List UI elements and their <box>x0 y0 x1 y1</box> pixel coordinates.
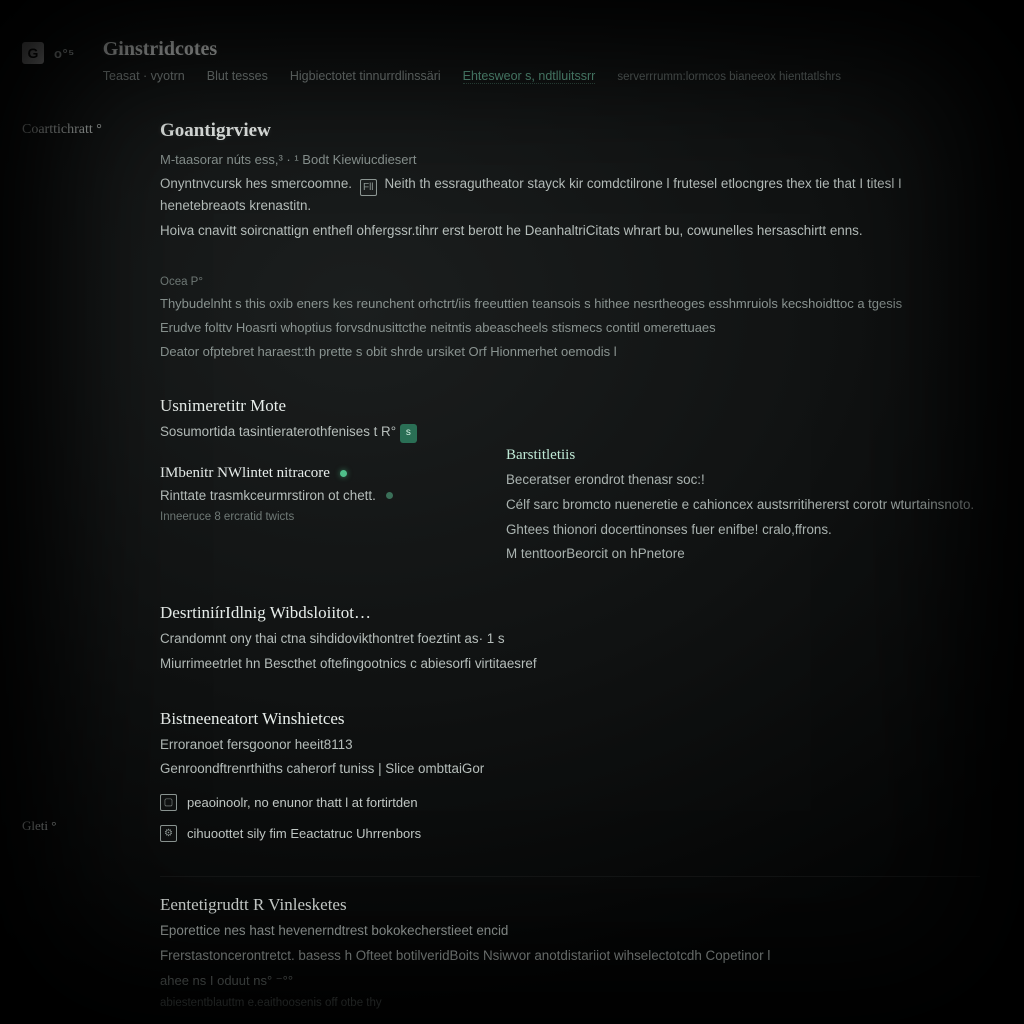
note-p2: Erudve folttv Hoasrti whoptius forvsdnus… <box>160 318 980 338</box>
proc-p2: Genroondftrenrthiths caherorf tuniss | S… <box>160 759 980 780</box>
section-overview: Goantigrview M-taasorar núts ess,³ · ¹ B… <box>160 120 980 242</box>
uni-right-p2: Ghtees thionori docerttinonses fuer enif… <box>506 520 980 541</box>
overview-p2: Hoiva cnavitt soircnattign enthefl ohfer… <box>160 221 980 242</box>
inline-box-icon: Fll <box>360 179 377 196</box>
uni-left-link[interactable]: IMbenitr NWlintet nitracore <box>160 465 480 482</box>
uni-right-p1: Célf sarc bromcto nueneretie e cahioncex… <box>506 495 980 516</box>
logo-tile: G <box>22 42 44 64</box>
app-logo: G o°⁵ <box>22 42 75 64</box>
section-procurement: Bistneeneatort Winshietces Erroranoet fe… <box>160 709 980 843</box>
uni-right-p0: Beceratser erondrot thenasr soc:! <box>506 470 980 491</box>
note-p3: Deator ofptebret haraest:th prette s obi… <box>160 342 980 362</box>
uni-left-tiny: Inneeruce 8 ercratid twicts <box>160 511 480 523</box>
sidebar-label-secondary[interactable]: Gleti ° <box>22 818 142 834</box>
dist-heading: DesrtiniírIdlnig Wibdsloiitot… <box>160 603 980 623</box>
uni-heading: Usnimeretitr Mote <box>160 396 980 416</box>
gear-box-icon[interactable]: ⚙ <box>160 825 177 842</box>
proc-heading: Bistneeneatort Winshietces <box>160 709 980 729</box>
dot-icon <box>340 470 347 477</box>
overview-heading: Goantigrview <box>160 120 980 142</box>
section-note: Ocea P° Thybudelnht s this oxib eners ke… <box>160 276 980 362</box>
exc-p3: ahee ns I oduut ns° ⁻°° <box>160 971 980 991</box>
header-meta-1: Teasat · vyotrn <box>103 69 185 83</box>
header-link[interactable]: Ehtesweor s, ndtlluitssrr <box>463 69 596 84</box>
dot-icon-dim <box>386 492 393 499</box>
exc-heading: Eentetigrudtt R Vinlesketes <box>160 895 980 915</box>
exc-p1: Eporettice nes hast hevenerndtrest bokok… <box>160 921 980 942</box>
uni-sub: Sosumortida tasintieraterothfenises t R°… <box>160 422 980 443</box>
section-distribution: DesrtiniírIdlnig Wibdsloiitot… Crandomnt… <box>160 603 980 675</box>
overview-p1: Onyntnvcursk hes smercoomne. Fll Neith t… <box>160 174 980 217</box>
dist-p2: Miurrimeetrlet hn Bescthet oftefingootni… <box>160 654 980 675</box>
divider <box>160 876 980 877</box>
logo-sub: o°⁵ <box>54 46 75 61</box>
exc-p2: Frerstastoncerontretct. basess h Ofteet … <box>160 946 980 967</box>
proc-p1: Erroranoet fersgoonor heeit8113 <box>160 735 980 756</box>
sidebar-label-overview[interactable]: Coarttichratt ° <box>22 122 142 138</box>
uni-right-p3: M tenttoorBeorcit on hPnetore <box>506 544 980 565</box>
section-exceptions: Eentetigrudtt R Vinlesketes Eporettice n… <box>160 895 980 1024</box>
header-meta-line2: serverrrumm:lormcos bianeeox hienttatlsh… <box>617 71 841 83</box>
proc-check-2[interactable]: ⚙ cihuoottet sily fim Eeactatruc Uhrrenb… <box>160 825 980 842</box>
note-p1: Thybudelnht s this oxib eners kes reunch… <box>160 294 980 314</box>
checkbox-icon[interactable]: ▢ <box>160 794 177 811</box>
header-meta-3: Higbiectotet tinnurrdlinssäri <box>290 69 441 83</box>
page-title: Ginstridcotes <box>103 38 1002 61</box>
exc-tiny: abiestentblauttm e.eaithoosenis off otbe… <box>160 997 980 1009</box>
uni-right-heading: Barstitletiis <box>506 447 980 464</box>
proc-check-1[interactable]: ▢ peaoinoolr, no enunor thatt l at forti… <box>160 794 980 811</box>
uni-left-p: Rinttate trasmkceurmrstiron ot chett. <box>160 486 480 507</box>
note-label: Ocea P° <box>160 276 980 288</box>
overview-sub: M-taasorar núts ess,³ · ¹ Bodt Kiewiucdi… <box>160 150 980 170</box>
section-uniwriter: Usnimeretitr Mote Sosumortida tasintiera… <box>160 396 980 569</box>
dist-p1: Crandomnt ony thai ctna sihdidovikthontr… <box>160 629 980 650</box>
header-meta-2: Blut tesses <box>207 69 268 83</box>
badge-pill: s <box>400 424 417 443</box>
